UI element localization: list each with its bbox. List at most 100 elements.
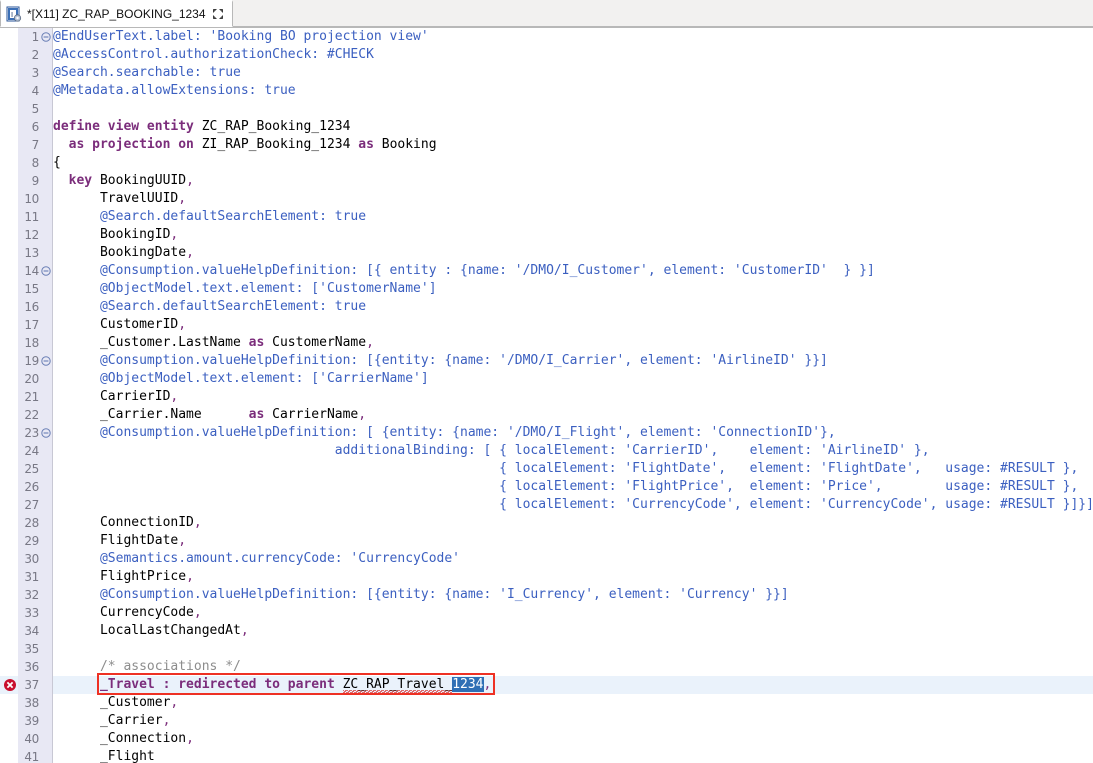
editor-line[interactable]: 7 as projection on ZI_RAP_Booking_1234 a… — [0, 136, 1093, 154]
line-content[interactable]: @Search.defaultSearchElement: true — [53, 298, 366, 316]
line-content[interactable]: LocalLastChangedAt, — [53, 622, 249, 640]
line-content[interactable]: CurrencyCode, — [53, 604, 202, 622]
cds-source-editor[interactable]: 1 @EndUserText.label: 'Booking BO project… — [0, 28, 1093, 763]
line-content[interactable]: /* associations */ — [53, 658, 241, 676]
fold-slot — [40, 442, 52, 460]
editor-line[interactable]: 8{ — [0, 154, 1093, 172]
code-token: _Customer.LastName — [53, 335, 249, 350]
editor-line[interactable]: 37 _Travel : redirected to parent ZC_RAP… — [0, 676, 1093, 694]
line-content[interactable]: @Consumption.valueHelpDefinition: [{enti… — [53, 586, 789, 604]
line-content[interactable]: _Customer, — [53, 694, 178, 712]
editor-line[interactable]: 28 ConnectionID, — [0, 514, 1093, 532]
line-content[interactable]: _Flight — [53, 748, 155, 763]
fold-toggle-icon[interactable] — [40, 28, 52, 46]
line-content[interactable]: @EndUserText.label: 'Booking BO projecti… — [53, 28, 429, 46]
line-content[interactable]: FlightDate, — [53, 532, 186, 550]
line-content[interactable]: @Metadata.allowExtensions: true — [53, 82, 296, 100]
editor-line[interactable]: 1 @EndUserText.label: 'Booking BO project… — [0, 28, 1093, 46]
editor-line[interactable]: 30 @Semantics.amount.currencyCode: 'Curr… — [0, 550, 1093, 568]
line-number: 6 — [18, 118, 40, 136]
line-content[interactable]: define view entity ZC_RAP_Booking_1234 — [53, 118, 350, 136]
fold-slot — [40, 730, 52, 748]
editor-line[interactable]: 21 CarrierID, — [0, 388, 1093, 406]
editor-line[interactable]: 39 _Carrier, — [0, 712, 1093, 730]
line-content[interactable]: @Search.searchable: true — [53, 64, 241, 82]
line-content[interactable]: CarrierID, — [53, 388, 178, 406]
line-content[interactable]: @Search.defaultSearchElement: true — [53, 208, 366, 226]
line-content[interactable]: { localElement: 'FlightPrice', element: … — [53, 478, 1078, 496]
editor-line[interactable]: 14 @Consumption.valueHelpDefinition: [{ … — [0, 262, 1093, 280]
editor-line[interactable]: 13 BookingDate, — [0, 244, 1093, 262]
editor-line[interactable]: 22 _Carrier.Name as CarrierName, — [0, 406, 1093, 424]
line-content[interactable]: ConnectionID, — [53, 514, 202, 532]
line-content[interactable]: TravelUUID, — [53, 190, 186, 208]
editor-line[interactable]: 34 LocalLastChangedAt, — [0, 622, 1093, 640]
fold-toggle-icon[interactable] — [40, 424, 52, 442]
line-content[interactable]: _Travel : redirected to parent ZC_RAP_Tr… — [53, 676, 491, 694]
line-content[interactable]: additionalBinding: [ { localElement: 'Ca… — [53, 442, 930, 460]
editor-line[interactable]: 11 @Search.defaultSearchElement: true — [0, 208, 1093, 226]
line-content[interactable]: _Customer.LastName as CustomerName, — [53, 334, 374, 352]
line-content[interactable]: @Semantics.amount.currencyCode: 'Currenc… — [53, 550, 460, 568]
editor-line[interactable]: 19 @Consumption.valueHelpDefinition: [{e… — [0, 352, 1093, 370]
line-content[interactable]: @Consumption.valueHelpDefinition: [{ ent… — [53, 262, 875, 280]
line-content[interactable]: { localElement: 'CurrencyCode', element:… — [53, 496, 1093, 514]
line-content[interactable]: @ObjectModel.text.element: ['CarrierName… — [53, 370, 429, 388]
line-content[interactable]: as projection on ZI_RAP_Booking_1234 as … — [53, 136, 437, 154]
line-number: 16 — [18, 298, 40, 316]
line-content[interactable]: _Carrier, — [53, 712, 170, 730]
editor-line[interactable]: 9 key BookingUUID, — [0, 172, 1093, 190]
editor-lines[interactable]: 1 @EndUserText.label: 'Booking BO project… — [0, 28, 1093, 763]
line-content[interactable]: @AccessControl.authorizationCheck: #CHEC… — [53, 46, 374, 64]
editor-line[interactable]: 23 @Consumption.valueHelpDefinition: [ {… — [0, 424, 1093, 442]
editor-line[interactable]: 6 define view entity ZC_RAP_Booking_1234 — [0, 118, 1093, 136]
marker-slot — [0, 262, 18, 280]
editor-line[interactable]: 38 _Customer, — [0, 694, 1093, 712]
editor-line[interactable]: 2 @AccessControl.authorizationCheck: #CHE… — [0, 46, 1093, 64]
editor-line[interactable]: 31 FlightPrice, — [0, 568, 1093, 586]
editor-line[interactable]: 24 additionalBinding: [ { localElement: … — [0, 442, 1093, 460]
line-content[interactable]: { — [53, 154, 61, 172]
fold-toggle-icon[interactable] — [40, 262, 52, 280]
editor-line[interactable]: 12 BookingID, — [0, 226, 1093, 244]
editor-line[interactable]: 41 _Flight — [0, 748, 1093, 763]
cds-view-file-icon: I — [6, 6, 22, 22]
editor-line[interactable]: 40 _Connection, — [0, 730, 1093, 748]
editor-line[interactable]: 33 CurrencyCode, — [0, 604, 1093, 622]
error-underlined-text: ZC_RAP_Travel_ — [342, 677, 453, 693]
line-content[interactable]: FlightPrice, — [53, 568, 194, 586]
line-content[interactable]: _Connection, — [53, 730, 194, 748]
line-content[interactable]: BookingDate, — [53, 244, 194, 262]
editor-line[interactable]: 17 CustomerID, — [0, 316, 1093, 334]
editor-line[interactable]: 18 _Customer.LastName as CustomerName, — [0, 334, 1093, 352]
editor-line[interactable]: 26 { localElement: 'FlightPrice', elemen… — [0, 478, 1093, 496]
marker-slot — [0, 406, 18, 424]
editor-line[interactable]: 29 FlightDate, — [0, 532, 1093, 550]
editor-line[interactable]: 25 { localElement: 'FlightDate', element… — [0, 460, 1093, 478]
editor-line[interactable]: 32 @Consumption.valueHelpDefinition: [{e… — [0, 586, 1093, 604]
editor-line[interactable]: 15 @ObjectModel.text.element: ['Customer… — [0, 280, 1093, 298]
line-content[interactable]: @Consumption.valueHelpDefinition: [ {ent… — [53, 424, 836, 442]
fold-slot — [40, 604, 52, 622]
line-content[interactable]: @Consumption.valueHelpDefinition: [{enti… — [53, 352, 828, 370]
editor-line[interactable]: 27 { localElement: 'CurrencyCode', eleme… — [0, 496, 1093, 514]
line-content[interactable]: BookingID, — [53, 226, 178, 244]
editor-line[interactable]: 4 @Metadata.allowExtensions: true — [0, 82, 1093, 100]
editor-line[interactable]: 3 @Search.searchable: true — [0, 64, 1093, 82]
fold-toggle-icon[interactable] — [40, 352, 52, 370]
editor-line[interactable]: 36 /* associations */ — [0, 658, 1093, 676]
line-content[interactable]: _Carrier.Name as CarrierName, — [53, 406, 366, 424]
line-content[interactable]: CustomerID, — [53, 316, 186, 334]
line-content[interactable]: key BookingUUID, — [53, 172, 194, 190]
editor-line[interactable]: 20 @ObjectModel.text.element: ['CarrierN… — [0, 370, 1093, 388]
error-marker[interactable] — [0, 676, 18, 694]
code-token: ZC_RAP_Booking_1234 — [201, 119, 351, 134]
line-content[interactable]: { localElement: 'FlightDate', element: '… — [53, 460, 1078, 478]
line-content[interactable]: @ObjectModel.text.element: ['CustomerNam… — [53, 280, 437, 298]
editor-tab-zc-rap-booking-1234[interactable]: I *[X11] ZC_RAP_BOOKING_1234 — [0, 0, 233, 27]
editor-line[interactable]: 16 @Search.defaultSearchElement: true — [0, 298, 1093, 316]
editor-line[interactable]: 10 TravelUUID, — [0, 190, 1093, 208]
close-icon[interactable] — [211, 7, 225, 21]
editor-line[interactable]: 35 — [0, 640, 1093, 658]
editor-line[interactable]: 5 — [0, 100, 1093, 118]
